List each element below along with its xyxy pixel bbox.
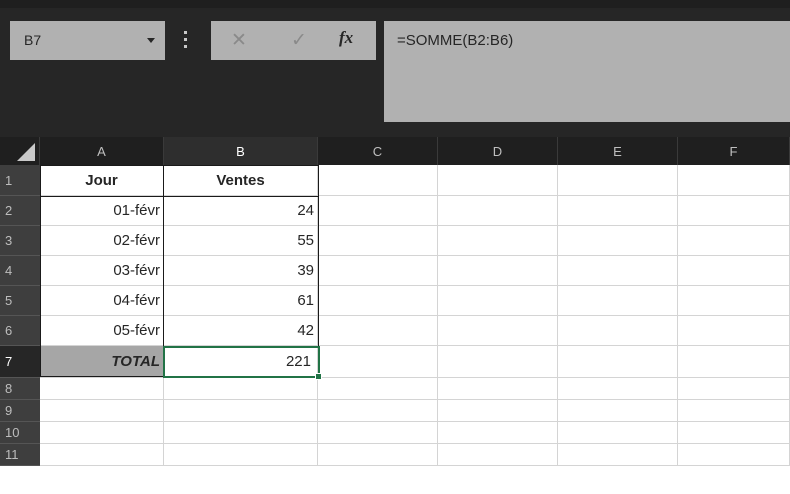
cell-c7[interactable] [318, 346, 438, 378]
cell-c6[interactable] [318, 316, 438, 346]
cell-f9[interactable] [678, 400, 790, 422]
cell-a10[interactable] [40, 422, 164, 444]
cell-b2[interactable]: 24 [164, 196, 318, 226]
row-header-3[interactable]: 3 [0, 226, 40, 256]
cell-b3[interactable]: 55 [164, 226, 318, 256]
formula-text: =SOMME(B2:B6) [397, 32, 514, 49]
cell-d6[interactable] [438, 316, 558, 346]
cell-d2[interactable] [438, 196, 558, 226]
cell-c11[interactable] [318, 444, 438, 466]
name-box-value: B7 [24, 32, 42, 48]
cell-a7[interactable]: TOTAL [40, 346, 164, 378]
worksheet-grid[interactable]: A B C D E F 1 2 3 4 5 6 7 8 9 10 11 Jour… [0, 137, 790, 494]
cell-b4[interactable]: 39 [164, 256, 318, 286]
cell-e2[interactable] [558, 196, 678, 226]
cell-e5[interactable] [558, 286, 678, 316]
formula-buttons: ✕ ✓ fx [211, 21, 376, 60]
row-header-11[interactable]: 11 [0, 444, 40, 466]
cell-a11[interactable] [40, 444, 164, 466]
cell-f2[interactable] [678, 196, 790, 226]
cell-c2[interactable] [318, 196, 438, 226]
select-all-icon [17, 143, 35, 161]
row-header-1[interactable]: 1 [0, 165, 40, 196]
cell-d11[interactable] [438, 444, 558, 466]
cell-a9[interactable] [40, 400, 164, 422]
row-header-5[interactable]: 5 [0, 286, 40, 316]
cell-e1[interactable] [558, 165, 678, 196]
enter-icon[interactable]: ✓ [291, 29, 307, 52]
row-header-10[interactable]: 10 [0, 422, 40, 444]
cell-f11[interactable] [678, 444, 790, 466]
ribbon-edge [0, 0, 790, 8]
cell-b8[interactable] [164, 378, 318, 400]
cell-e9[interactable] [558, 400, 678, 422]
cell-e11[interactable] [558, 444, 678, 466]
column-header-d[interactable]: D [438, 137, 558, 165]
cell-b5[interactable]: 61 [164, 286, 318, 316]
cell-d9[interactable] [438, 400, 558, 422]
cell-a3[interactable]: 02-févr [40, 226, 164, 256]
cell-c10[interactable] [318, 422, 438, 444]
cell-b1[interactable]: Ventes [164, 165, 318, 196]
cell-f4[interactable] [678, 256, 790, 286]
row-header-7[interactable]: 7 [0, 346, 40, 378]
chevron-down-icon[interactable] [147, 38, 155, 43]
select-all-button[interactable] [0, 137, 40, 165]
cell-c4[interactable] [318, 256, 438, 286]
cell-f1[interactable] [678, 165, 790, 196]
column-header-c[interactable]: C [318, 137, 438, 165]
cell-f10[interactable] [678, 422, 790, 444]
cell-c5[interactable] [318, 286, 438, 316]
cell-f8[interactable] [678, 378, 790, 400]
cell-d3[interactable] [438, 226, 558, 256]
cell-e3[interactable] [558, 226, 678, 256]
cell-b10[interactable] [164, 422, 318, 444]
cell-a4[interactable]: 03-févr [40, 256, 164, 286]
cell-e8[interactable] [558, 378, 678, 400]
cell-e6[interactable] [558, 316, 678, 346]
cell-a2[interactable]: 01-févr [40, 196, 164, 226]
cell-d10[interactable] [438, 422, 558, 444]
cell-a8[interactable] [40, 378, 164, 400]
column-header-a[interactable]: A [40, 137, 164, 165]
cell-e4[interactable] [558, 256, 678, 286]
cell-f6[interactable] [678, 316, 790, 346]
cell-d1[interactable] [438, 165, 558, 196]
row-header-2[interactable]: 2 [0, 196, 40, 226]
active-cell-selection [163, 346, 320, 378]
row-header-6[interactable]: 6 [0, 316, 40, 346]
cell-e7[interactable] [558, 346, 678, 378]
formula-input[interactable]: =SOMME(B2:B6) [384, 21, 790, 122]
cell-d8[interactable] [438, 378, 558, 400]
cell-c9[interactable] [318, 400, 438, 422]
column-header-f[interactable]: F [678, 137, 790, 165]
name-box[interactable]: B7 [10, 21, 165, 60]
grip-handle-icon[interactable] [184, 27, 188, 53]
cancel-icon[interactable]: ✕ [231, 29, 247, 52]
cell-e10[interactable] [558, 422, 678, 444]
row-header-9[interactable]: 9 [0, 400, 40, 422]
cell-d7[interactable] [438, 346, 558, 378]
cell-b9[interactable] [164, 400, 318, 422]
cell-c8[interactable] [318, 378, 438, 400]
row-header-8[interactable]: 8 [0, 378, 40, 400]
cell-f7[interactable] [678, 346, 790, 378]
formula-bar-area: B7 ✕ ✓ fx =SOMME(B2:B6) [0, 0, 790, 137]
cell-d4[interactable] [438, 256, 558, 286]
cell-a6[interactable]: 05-févr [40, 316, 164, 346]
cell-a5[interactable]: 04-févr [40, 286, 164, 316]
cell-c3[interactable] [318, 226, 438, 256]
column-header-e[interactable]: E [558, 137, 678, 165]
cell-b6[interactable]: 42 [164, 316, 318, 346]
column-header-b[interactable]: B [164, 137, 318, 165]
cell-c1[interactable] [318, 165, 438, 196]
row-header-4[interactable]: 4 [0, 256, 40, 286]
fill-handle[interactable] [315, 373, 322, 380]
cell-b11[interactable] [164, 444, 318, 466]
insert-function-icon[interactable]: fx [339, 28, 353, 48]
cell-a1[interactable]: Jour [40, 165, 164, 196]
cell-d5[interactable] [438, 286, 558, 316]
cell-f5[interactable] [678, 286, 790, 316]
cell-f3[interactable] [678, 226, 790, 256]
